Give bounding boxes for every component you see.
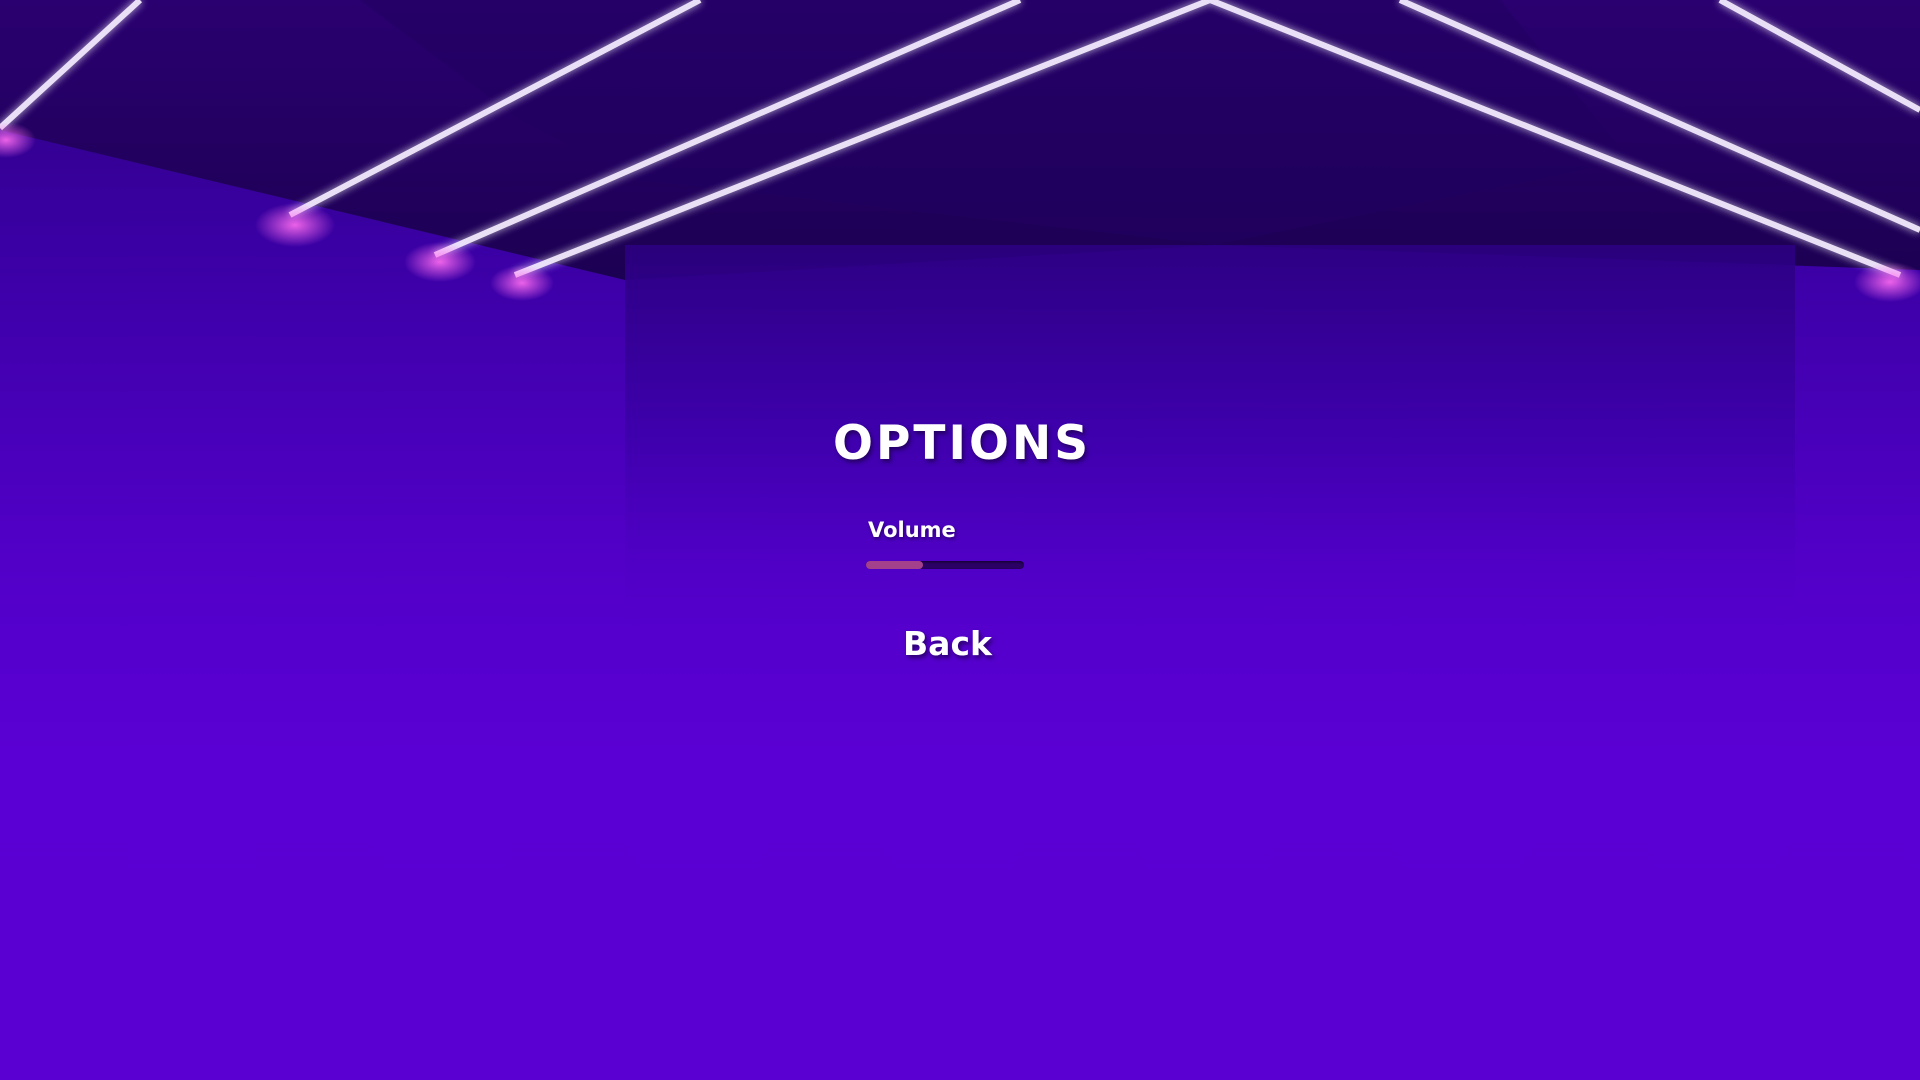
background-scene	[0, 0, 1920, 1080]
options-title: OPTIONS	[833, 416, 1092, 471]
back-button[interactable]: Back	[880, 618, 1015, 668]
volume-slider[interactable]	[866, 561, 1024, 569]
volume-label: Volume	[868, 518, 956, 542]
neon-room-illustration	[0, 0, 1920, 625]
volume-slider-fill	[866, 561, 923, 569]
